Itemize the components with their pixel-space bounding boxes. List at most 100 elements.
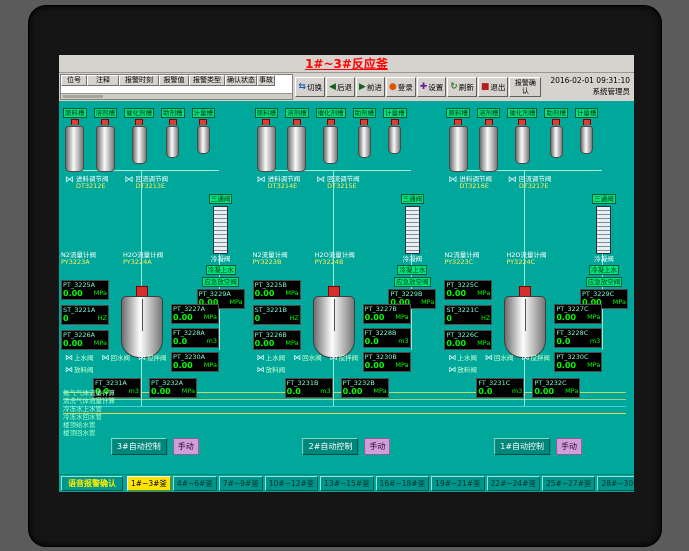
valve-label[interactable]: ⋈搅拌阀 — [138, 352, 167, 362]
valve-label[interactable]: ⋈回水阀 — [485, 352, 514, 362]
valve-tag: DT3213E — [136, 183, 169, 190]
valve-label[interactable]: ⋈上水阀 — [65, 352, 94, 362]
reactor-range-button-9[interactable]: 25#~27#釜 — [542, 476, 595, 491]
alarm-column-header[interactable]: 报警值 — [159, 75, 189, 86]
feed-valve[interactable]: ⋈ 回流调节阀 DT3215E — [316, 176, 360, 190]
reactor-range-button-7[interactable]: 19#~21#釜 — [431, 476, 484, 491]
relief-valve-chip[interactable]: 应急放空阀 — [202, 277, 239, 287]
reactor-range-button-8[interactable]: 22#~24#釜 — [487, 476, 540, 491]
valve-label[interactable]: ⋈上水阀 — [257, 352, 286, 362]
three-way-valve-chip[interactable]: 三通阀 — [592, 194, 616, 204]
auto-control-button[interactable]: 3#自动控制 — [111, 438, 167, 455]
manual-mode-button[interactable]: 手动 — [364, 438, 390, 455]
valve-name: 放料阀 — [457, 364, 477, 374]
feed-valve[interactable]: ⋈ 进料调节阀 DT3214E — [257, 176, 301, 190]
instrument-unit: m3 — [512, 387, 522, 396]
valve-label[interactable]: ⋈回水阀 — [293, 352, 322, 362]
reactor-range-button-5[interactable]: 13#~15#釜 — [320, 476, 373, 491]
instrument-tag: PT_3227C — [556, 306, 600, 313]
three-way-valve-chip[interactable]: 三通阀 — [209, 194, 233, 204]
toolbar-button-settings[interactable]: ✚设置 — [417, 77, 447, 97]
instrument-readout: PT_3227C 0.00MPa — [554, 304, 602, 324]
reactor-range-button-6[interactable]: 16#~18#釜 — [376, 476, 429, 491]
auto-control-button[interactable]: 2#自动控制 — [303, 438, 359, 455]
n2-flow-valve-label[interactable]: N2流量计阀 PY3223B — [253, 252, 288, 266]
condenser-water-chip[interactable]: 冷凝上水 — [589, 265, 619, 275]
feed-valve[interactable]: ⋈ 进料调节阀 DT3212E — [65, 176, 109, 190]
instrument-unit: MPa — [204, 313, 217, 322]
feed-valve[interactable]: ⋈ 回流调节阀 DT3217E — [508, 176, 552, 190]
instrument-value: 0.00 — [556, 313, 576, 322]
alarm-column-header[interactable]: 注释 — [87, 75, 119, 86]
tank-body — [166, 126, 179, 158]
feed-valves: ⋈ 进料调节阀 DT3212E ⋈ 回流调节阀 DT3213E — [65, 176, 168, 190]
alarm-column-header[interactable]: 报警时刻 — [119, 75, 159, 86]
valve-label[interactable]: ⋈放料阀 — [448, 364, 477, 374]
voice-alarm-ack-button[interactable]: 语音报警确认 — [61, 476, 123, 491]
scrollbar-thumb[interactable] — [63, 95, 103, 98]
toolbar-button-alarm-ack[interactable]: 报警确认 — [509, 77, 541, 97]
alarm-table[interactable]: 位号注释报警时刻报警值报警类型确认状态事故 — [60, 74, 293, 100]
valve-tag: DT3215E — [327, 183, 360, 190]
instrument-tag: PT_3225A — [63, 282, 107, 289]
alarm-column-header[interactable]: 事故 — [257, 75, 275, 86]
valve-label[interactable]: ⋈搅拌阀 — [521, 352, 550, 362]
valve-label[interactable]: ⋈回水阀 — [102, 352, 131, 362]
refresh-icon: ↻ — [450, 83, 458, 92]
reactor-range-button-4[interactable]: 10#~12#釜 — [265, 476, 318, 491]
tank-body — [515, 126, 530, 164]
valve-label[interactable]: ⋈放料阀 — [65, 364, 94, 374]
relief-valve-chip[interactable]: 应急放空阀 — [586, 277, 623, 287]
tank-label-chip: 催化剂槽 — [124, 108, 154, 118]
unit-control: 1#自动控制 手动 — [494, 438, 582, 455]
h2o-flow-valve-label[interactable]: H2O流量计阀 PY3224B — [315, 252, 355, 266]
toolbar-button-login[interactable]: ●登录 — [386, 77, 416, 97]
reactor-range-button-10[interactable]: 28#~30#釜 — [597, 476, 634, 491]
h2o-flow-valve-label[interactable]: H2O流量计阀 PY3224A — [123, 252, 163, 266]
reactor-range-button-1[interactable]: 1#~3#釜 — [127, 476, 171, 491]
instrument-readout: PT_3230A 0.00MPa — [171, 352, 219, 372]
tanks-row: 原料槽 溶剂槽 催化剂槽 助剂槽 计量槽 — [255, 108, 407, 172]
toolbar-button-back[interactable]: ◀后退 — [326, 77, 355, 97]
right-instruments: PT_3227B 0.00MPa FT_3228B 0.0m3 PT_3230B… — [363, 304, 411, 372]
auto-control-button[interactable]: 1#自动控制 — [494, 438, 550, 455]
relief-valve-chip[interactable]: 应急放空阀 — [394, 277, 431, 287]
valve-label[interactable]: ⋈上水阀 — [448, 352, 477, 362]
toolbar-button-switch[interactable]: ⇆切换 — [295, 77, 325, 97]
manual-mode-button[interactable]: 手动 — [556, 438, 582, 455]
tank-label-chip: 原料槽 — [446, 108, 470, 118]
instrument-readout: PT_3227A 0.00MPa — [171, 304, 219, 324]
toolbar-button-forward[interactable]: ▶前进 — [356, 77, 385, 97]
manual-mode-button[interactable]: 手动 — [173, 438, 199, 455]
valve-label[interactable]: ⋈放料阀 — [257, 364, 286, 374]
alarm-column-header[interactable]: 报警类型 — [189, 75, 225, 86]
tank-body — [132, 126, 147, 164]
reactor-range-button-3[interactable]: 7#~9#釜 — [219, 476, 263, 491]
feed-valve[interactable]: ⋈ 进料调节阀 DT3216E — [448, 176, 492, 190]
feed-valve[interactable]: ⋈ 回流调节阀 DT3213E — [125, 176, 169, 190]
toolbar-button-refresh[interactable]: ↻刷新 — [447, 77, 477, 97]
valve-icon: ⋈ — [485, 353, 493, 362]
alarm-column-header[interactable]: 确认状态 — [225, 75, 257, 86]
tank: 助剂槽 — [161, 108, 185, 158]
n2-flow-valve-label[interactable]: N2流量计阀 PY3223A — [61, 252, 96, 266]
valve-icon: ⋈ — [508, 176, 517, 185]
three-way-valve-chip[interactable]: 三通阀 — [401, 194, 425, 204]
left-instruments: PT_3225A 0.00MPa ST_3221A 0HZ PT_3226A 0… — [61, 280, 109, 350]
condenser-water-chip[interactable]: 冷凝上水 — [397, 265, 427, 275]
h2o-flow-valve-label[interactable]: H2O流量计阀 PY3224C — [506, 252, 546, 266]
alarm-table-scrollbar[interactable] — [61, 93, 292, 99]
instrument-readout: PT_3232C 0.00MPa — [532, 378, 580, 398]
condenser-water-chip[interactable]: 冷凝上水 — [206, 265, 236, 275]
tank-label-chip: 原料槽 — [255, 108, 279, 118]
reactor-body — [504, 296, 546, 358]
reactor-range-button-2[interactable]: 4#~6#釜 — [173, 476, 217, 491]
toolbar-button-exit[interactable]: ■退出 — [478, 77, 509, 97]
tank: 催化剂槽 — [507, 108, 537, 164]
instrument-readout: PT_3230B 0.00MPa — [363, 352, 411, 372]
n2-flow-valve-label[interactable]: N2流量计阀 PY3223C — [444, 252, 479, 266]
toolbar-button-label: 设置 — [428, 82, 443, 93]
valve-label[interactable]: ⋈搅拌阀 — [330, 352, 359, 362]
alarm-column-header[interactable]: 位号 — [61, 75, 87, 86]
datetime-label: 2016-02-01 09:31:10 — [546, 75, 630, 86]
